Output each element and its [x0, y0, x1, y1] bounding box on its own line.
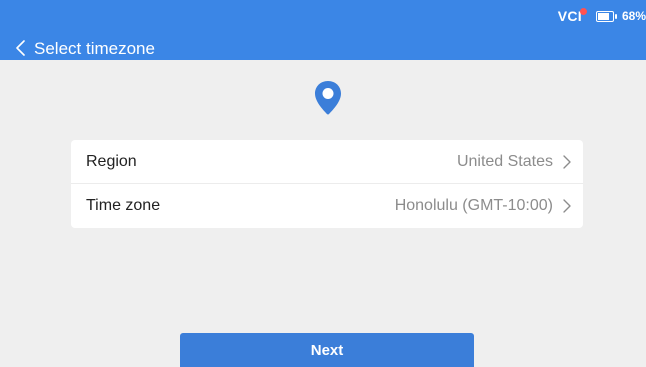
battery-percent: 68% — [621, 9, 646, 23]
status-bar: VCI 68% — [558, 4, 646, 28]
region-row[interactable]: Region United States — [71, 140, 583, 184]
time-zone-row[interactable]: Time zone Honolulu (GMT-10:00) — [71, 184, 583, 228]
battery-icon — [595, 10, 617, 22]
time-zone-value: Honolulu (GMT-10:00) — [394, 197, 553, 214]
chevron-left-icon[interactable] — [14, 40, 28, 56]
battery-fill — [597, 12, 609, 20]
location-pin-icon — [315, 81, 341, 115]
vci-status: VCI — [557, 8, 587, 24]
next-button[interactable]: Next — [180, 333, 474, 367]
app-header: VCI 68% Select timezone — [0, 0, 646, 60]
time-zone-label: Time zone — [86, 197, 161, 214]
timezone-settings-card: Region United States Time zone Honolulu … — [71, 140, 583, 228]
chevron-right-icon — [563, 199, 571, 213]
page-title: Select timezone — [34, 39, 155, 58]
region-value: United States — [456, 152, 553, 170]
vci-alert-dot-icon — [579, 8, 587, 15]
chevron-right-icon — [563, 155, 571, 169]
vci-label: VCI — [557, 8, 582, 24]
region-label: Region — [86, 152, 137, 170]
